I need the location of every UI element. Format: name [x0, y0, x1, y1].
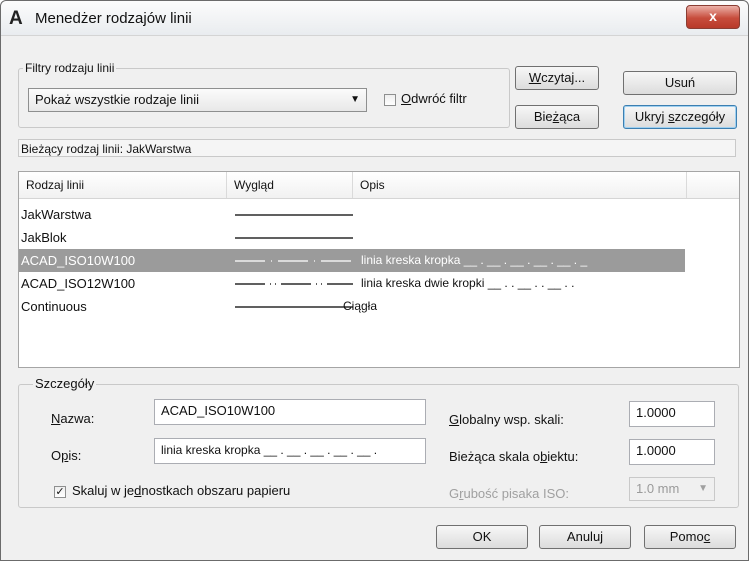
help-button[interactable]: Pomoc — [644, 525, 736, 549]
linetype-list[interactable]: Rodzaj linii Wygląd Opis JakWarstwa JakBl… — [18, 171, 740, 368]
column-header-description[interactable]: Opis — [353, 172, 687, 198]
linetype-preview — [235, 214, 353, 216]
invert-filter-checkbox[interactable] — [384, 94, 396, 106]
column-header-name[interactable]: Rodzaj linii — [19, 172, 227, 198]
global-scale-field[interactable]: 1.0000 — [629, 401, 715, 427]
hide-details-button[interactable]: Ukryj szczegóły — [623, 105, 737, 129]
column-header-appearance[interactable]: Wygląd — [227, 172, 353, 198]
filters-group-label: Filtry rodzaju linii — [23, 61, 117, 75]
pen-width-value: 1.0 mm — [636, 481, 680, 496]
name-field[interactable]: ACAD_ISO10W100 — [154, 399, 426, 425]
ok-button[interactable]: OK — [436, 525, 528, 549]
cancel-button[interactable]: Anuluj — [539, 525, 631, 549]
scale-paper-label: Skaluj w jednostkach obszaru papieru — [72, 483, 291, 498]
linetype-description: Ciągła — [343, 299, 378, 313]
table-row[interactable]: JakWarstwa — [19, 203, 685, 226]
description-field[interactable]: linia kreska kropka __ . __ . __ . __ . … — [154, 438, 426, 464]
chevron-down-icon: ▼ — [698, 483, 708, 494]
description-label: Opis: — [51, 448, 82, 463]
linetype-preview — [235, 260, 353, 262]
linetype-preview — [235, 283, 353, 285]
table-row[interactable]: Continuous Ciągła — [19, 295, 685, 318]
current-linetype-bar: Bieżący rodzaj linii: JakWarstwa — [18, 139, 736, 157]
table-row[interactable]: ACAD_ISO10W100 linia kreska kropka __ . _… — [19, 249, 685, 272]
linetype-preview — [235, 306, 353, 308]
load-button[interactable]: Wczytaj... — [515, 66, 599, 90]
set-current-button[interactable]: Bieżąca — [515, 105, 599, 129]
pen-width-select: 1.0 mm ▼ — [629, 477, 715, 501]
linetype-name: ACAD_ISO10W100 — [21, 253, 136, 268]
linetype-description: linia kreska dwie kropki __ . . __ . . _… — [361, 276, 575, 290]
object-scale-label: Bieżąca skala obiektu: — [449, 449, 579, 464]
chevron-down-icon: ▼ — [350, 94, 360, 105]
linetype-name: Continuous — [21, 299, 87, 314]
details-group-label: Szczegóły — [33, 376, 97, 391]
window-title: Menedżer rodzajów linii — [35, 10, 192, 27]
linetype-name: JakWarstwa — [21, 207, 92, 222]
linetype-preview — [235, 237, 353, 239]
filter-select-value: Pokaż wszystkie rodzaje linii — [35, 92, 200, 107]
filter-select[interactable]: Pokaż wszystkie rodzaje linii ▼ — [28, 88, 367, 112]
object-scale-field[interactable]: 1.0000 — [629, 439, 715, 465]
table-row[interactable]: JakBlok — [19, 226, 685, 249]
linetype-description: linia kreska kropka __ . __ . __ . __ . … — [361, 253, 588, 267]
list-header: Rodzaj linii Wygląd Opis — [19, 172, 739, 199]
pen-width-label: Grubość pisaka ISO: — [449, 486, 569, 501]
scale-paper-checkbox[interactable]: ✓ — [54, 486, 66, 498]
name-label: Nazwa: — [51, 411, 95, 426]
title-bar: A Menedżer rodzajów linii x — [1, 1, 748, 36]
linetype-name: JakBlok — [21, 230, 67, 245]
global-scale-label: Globalny wsp. skali: — [449, 412, 564, 427]
linetype-name: ACAD_ISO12W100 — [21, 276, 136, 291]
autocad-logo-icon: A — [9, 8, 23, 29]
delete-button[interactable]: Usuń — [623, 71, 737, 95]
invert-filter-label: Odwróć filtr — [401, 91, 467, 106]
linetype-manager-dialog: A Menedżer rodzajów linii x Filtry rodza… — [0, 0, 749, 561]
close-button[interactable]: x — [686, 5, 740, 29]
table-row[interactable]: ACAD_ISO12W100 linia kreska dwie kropki _… — [19, 272, 685, 295]
